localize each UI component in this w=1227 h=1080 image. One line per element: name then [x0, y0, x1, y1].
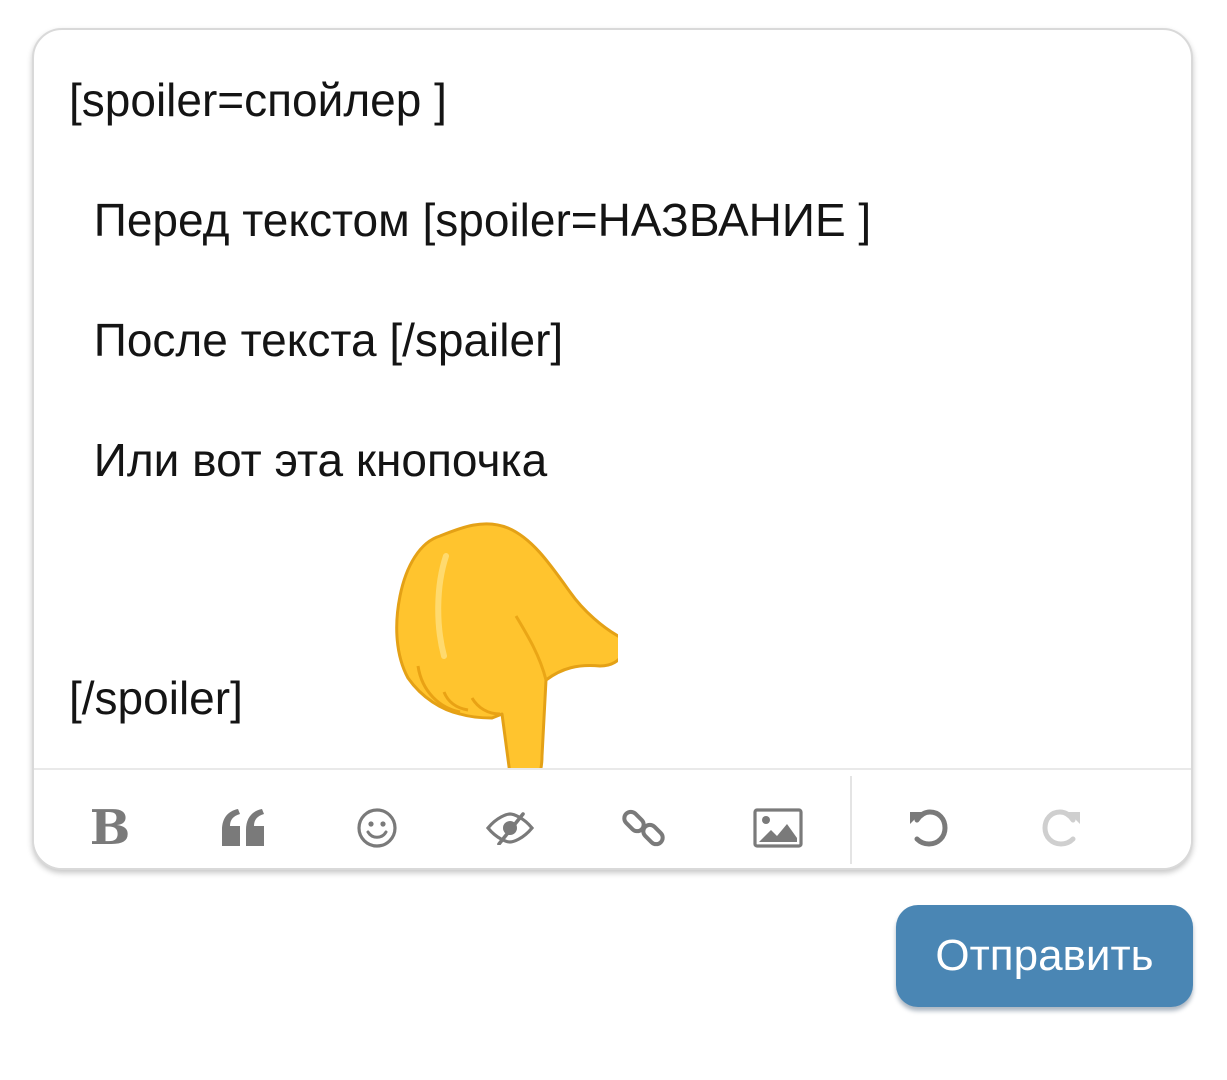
quote-icon: [222, 809, 264, 846]
pointing-down-hand-icon: [395, 522, 618, 789]
bold-button[interactable]: B: [80, 798, 140, 858]
editor-line-5: [/spoiler]: [69, 672, 243, 724]
editor-line-3: После текста [/spailer]: [81, 314, 564, 366]
redo-button[interactable]: [1032, 798, 1092, 858]
reply-form: [spoiler=спойлер ] Перед текстом [spoile…: [0, 0, 1227, 1080]
image-button[interactable]: [748, 798, 808, 858]
editor-toolbar: B: [34, 768, 1191, 868]
bold-icon: B: [89, 800, 131, 856]
message-textarea[interactable]: [spoiler=спойлер ] Перед текстом [spoile…: [34, 30, 1191, 789]
send-button[interactable]: Отправить: [896, 905, 1193, 1007]
emoji-button[interactable]: [347, 798, 407, 858]
undo-button[interactable]: [898, 798, 958, 858]
link-button[interactable]: [614, 798, 674, 858]
undo-icon: [910, 809, 948, 847]
spoiler-eye-slash-icon: [485, 812, 535, 845]
link-icon: [622, 809, 665, 847]
toolbar-separator: [850, 776, 852, 864]
smiley-icon: [357, 808, 397, 848]
editor-line-1: [spoiler=спойлер ]: [69, 74, 447, 126]
editor-line-2: Перед текстом [spoiler=НАЗВАНИЕ ]: [81, 194, 872, 246]
quote-button[interactable]: [214, 798, 274, 858]
message-editor: [spoiler=спойлер ] Перед текстом [spoile…: [32, 28, 1193, 870]
spoiler-button[interactable]: [480, 798, 540, 858]
redo-icon: [1042, 809, 1080, 847]
image-icon: [753, 808, 803, 848]
editor-line-4: Или вот эта кнопочка: [81, 434, 548, 486]
